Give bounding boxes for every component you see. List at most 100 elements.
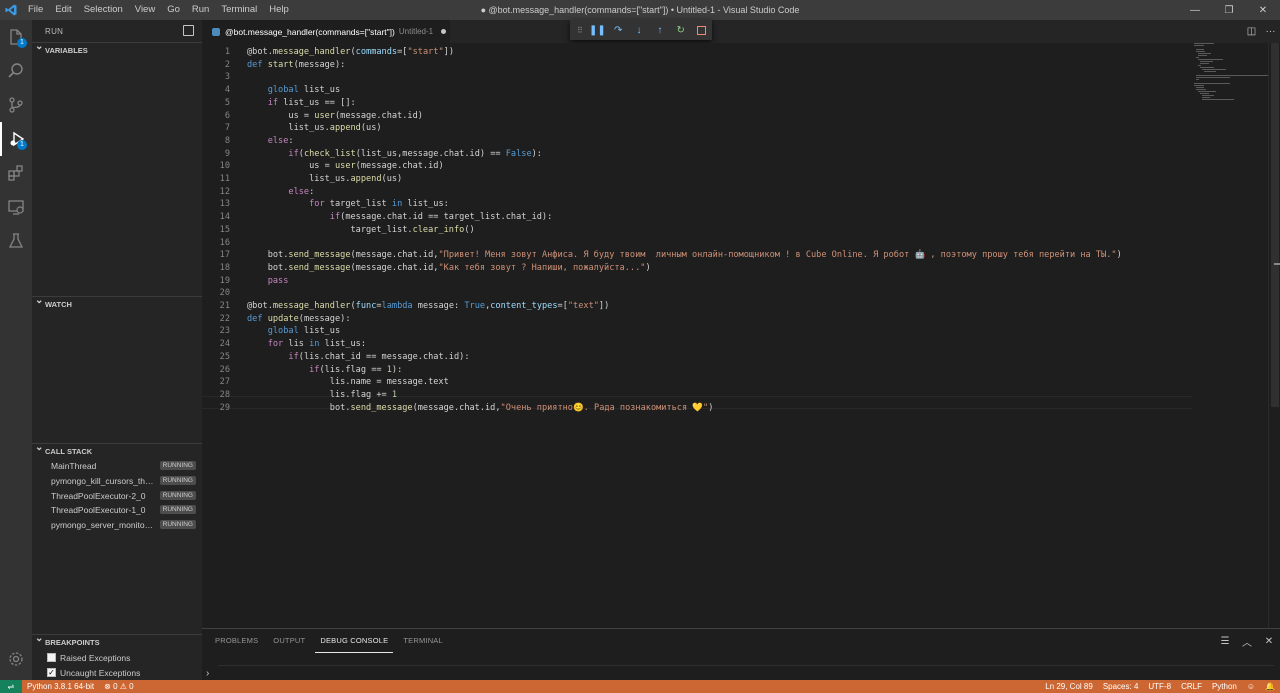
- code-line[interactable]: 28 lis.flag += 1: [202, 389, 1192, 402]
- unsaved-dot-icon[interactable]: [441, 29, 447, 34]
- code-line[interactable]: 15 target_list.clear_info(): [202, 224, 1192, 237]
- editor-tab[interactable]: @bot.message_handler(commands=["start"])…: [202, 20, 450, 43]
- code-line[interactable]: 27 lis.name = message.text: [202, 376, 1192, 389]
- python-interpreter[interactable]: Python 3.8.1 64-bit: [22, 680, 99, 693]
- minimap[interactable]: [1192, 43, 1270, 103]
- tab-output[interactable]: OUTPUT: [268, 629, 310, 653]
- thread-row[interactable]: MainThread RUNNING: [32, 458, 202, 473]
- line-number: 19: [219, 275, 230, 286]
- open-config-icon[interactable]: [183, 25, 194, 36]
- vertical-scrollbar[interactable]: [1268, 43, 1280, 628]
- testing-icon[interactable]: [0, 224, 32, 258]
- breakpoint-uncaught-exceptions[interactable]: ✓ Uncaught Exceptions: [32, 665, 202, 680]
- menu-view[interactable]: View: [129, 0, 161, 20]
- code-line[interactable]: 7 list_us.append(us): [202, 122, 1192, 135]
- step-into-icon[interactable]: ↓: [629, 20, 650, 40]
- tab-problems[interactable]: PROBLEMS: [210, 629, 263, 653]
- thread-row[interactable]: ThreadPoolExecutor-1_0 RUNNING: [32, 502, 202, 517]
- code-line[interactable]: 14 if(message.chat.id == target_list.cha…: [202, 211, 1192, 224]
- problems-count[interactable]: ⊗ 0 ⚠ 0: [99, 680, 138, 693]
- menu-edit[interactable]: Edit: [49, 0, 77, 20]
- menu-run[interactable]: Run: [186, 0, 215, 20]
- indentation[interactable]: Spaces: 4: [1098, 680, 1144, 693]
- code-line[interactable]: 5 if list_us == []:: [202, 97, 1192, 110]
- scrollbar-thumb[interactable]: [1271, 43, 1279, 407]
- explorer-badge: 1: [17, 38, 27, 48]
- code-line[interactable]: 29 bot.send_message(message.chat.id,"Оче…: [202, 402, 1192, 415]
- code-line[interactable]: 26 if(lis.flag == 1):: [202, 364, 1192, 377]
- menu-go[interactable]: Go: [161, 0, 186, 20]
- variables-section-header[interactable]: VARIABLES: [32, 41, 202, 58]
- code-line[interactable]: 10 us = user(message.chat.id): [202, 160, 1192, 173]
- more-actions-icon[interactable]: ···: [1261, 20, 1280, 43]
- code-line[interactable]: 12 else:: [202, 186, 1192, 199]
- code-line[interactable]: 20: [202, 287, 1192, 300]
- end-of-line[interactable]: CRLF: [1176, 680, 1207, 693]
- code-line[interactable]: 9 if(check_list(list_us,message.chat.id)…: [202, 148, 1192, 161]
- menu-help[interactable]: Help: [263, 0, 295, 20]
- code-editor[interactable]: 1 @bot.message_handler(commands=["start"]…: [202, 43, 1280, 628]
- bottom-panel: PROBLEMS OUTPUT DEBUG CONSOLE TERMINAL ☰…: [202, 628, 1280, 680]
- debug-console-input[interactable]: [218, 665, 1274, 679]
- encoding[interactable]: UTF-8: [1143, 680, 1176, 693]
- code-text: @bot.message_handler(func=lambda message…: [247, 301, 610, 311]
- checkbox-checked[interactable]: ✓: [47, 668, 56, 677]
- code-line[interactable]: 18 bot.send_message(message.chat.id,"Как…: [202, 262, 1192, 275]
- feedback-icon[interactable]: ☺: [1242, 680, 1260, 693]
- code-line[interactable]: 13 for target_list in list_us:: [202, 198, 1192, 211]
- code-line[interactable]: 3: [202, 71, 1192, 84]
- code-line[interactable]: 11 list_us.append(us): [202, 173, 1192, 186]
- remote-icon[interactable]: ⇌: [0, 680, 22, 693]
- thread-row[interactable]: pymongo_kill_cursors_thread RUNNING: [32, 473, 202, 488]
- call-stack-section-header[interactable]: CALL STACK: [32, 442, 202, 459]
- notifications-bell-icon[interactable]: 🔔: [1260, 680, 1280, 693]
- minimize-icon[interactable]: —: [1178, 0, 1212, 20]
- breakpoints-section-header[interactable]: BREAKPOINTS: [32, 633, 202, 650]
- tab-debug-console[interactable]: DEBUG CONSOLE: [315, 629, 394, 653]
- code-line[interactable]: 2 def start(message):: [202, 59, 1192, 72]
- step-out-icon[interactable]: ↑: [649, 20, 670, 40]
- clear-console-icon[interactable]: ☰: [1214, 629, 1236, 653]
- drag-handle-icon[interactable]: ⠿: [573, 20, 587, 40]
- code-line[interactable]: 22 def update(message):: [202, 313, 1192, 326]
- code-line[interactable]: 17 bot.send_message(message.chat.id,"При…: [202, 249, 1192, 262]
- search-icon[interactable]: [0, 54, 32, 88]
- restore-icon[interactable]: ❐: [1212, 0, 1246, 20]
- explorer-icon[interactable]: 1: [0, 20, 32, 54]
- close-panel-icon[interactable]: ✕: [1258, 629, 1280, 653]
- source-control-icon[interactable]: [0, 88, 32, 122]
- code-line[interactable]: 25 if(lis.chat_id == message.chat.id):: [202, 351, 1192, 364]
- step-over-icon[interactable]: ↷: [608, 20, 629, 40]
- code-line[interactable]: 8 else:: [202, 135, 1192, 148]
- code-line[interactable]: 23 global list_us: [202, 325, 1192, 338]
- stop-icon[interactable]: [691, 20, 712, 40]
- menu-selection[interactable]: Selection: [78, 0, 129, 20]
- settings-gear-icon[interactable]: [0, 642, 32, 676]
- pause-icon[interactable]: ❚❚: [587, 20, 608, 40]
- sidebar-title: RUN: [45, 26, 64, 36]
- code-line[interactable]: 24 for lis in list_us:: [202, 338, 1192, 351]
- checkbox-unchecked[interactable]: [47, 653, 56, 662]
- tab-terminal[interactable]: TERMINAL: [398, 629, 448, 653]
- remote-explorer-icon[interactable]: [0, 190, 32, 224]
- code-line[interactable]: 6 us = user(message.chat.id): [202, 110, 1192, 123]
- code-line[interactable]: 1 @bot.message_handler(commands=["start"]…: [202, 46, 1192, 59]
- split-editor-icon[interactable]: ◫: [1242, 20, 1261, 43]
- extensions-icon[interactable]: [0, 156, 32, 190]
- code-line[interactable]: 19 pass: [202, 275, 1192, 288]
- breakpoint-raised-exceptions[interactable]: Raised Exceptions: [32, 650, 202, 665]
- code-line[interactable]: 16: [202, 237, 1192, 250]
- thread-row[interactable]: pymongo_server_monitor_thread RUNNING: [32, 517, 202, 532]
- thread-row[interactable]: ThreadPoolExecutor-2_0 RUNNING: [32, 488, 202, 503]
- language-mode[interactable]: Python: [1207, 680, 1242, 693]
- restart-icon[interactable]: ↻: [670, 20, 691, 40]
- code-line[interactable]: 4 global list_us: [202, 84, 1192, 97]
- close-icon[interactable]: ✕: [1246, 0, 1280, 20]
- menu-file[interactable]: File: [22, 0, 49, 20]
- watch-section-header[interactable]: WATCH: [32, 295, 202, 312]
- menu-terminal[interactable]: Terminal: [215, 0, 263, 20]
- cursor-position[interactable]: Ln 29, Col 89: [1040, 680, 1098, 693]
- run-debug-icon[interactable]: 1: [0, 122, 32, 156]
- code-line[interactable]: 21 @bot.message_handler(func=lambda messa…: [202, 300, 1192, 313]
- maximize-panel-icon[interactable]: ︿: [1236, 629, 1258, 653]
